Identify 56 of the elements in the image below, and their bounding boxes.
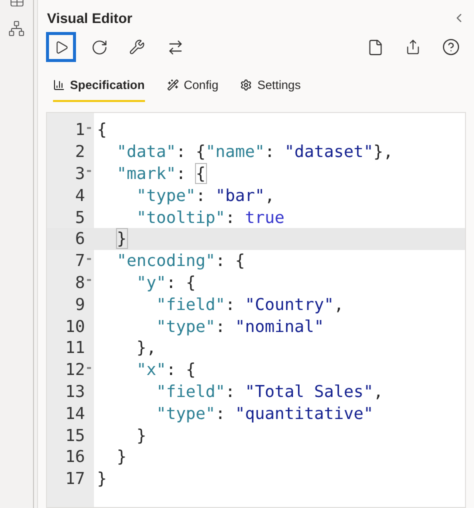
run-button[interactable] [46,32,76,62]
panel-title: Visual Editor [47,10,132,26]
code-line: }, [135,338,156,358]
code-line: "x": { [135,360,196,380]
line-number: 14 [64,404,85,423]
wand-icon [166,79,179,91]
code-line: } [135,426,146,445]
code-line: "y": { [135,272,196,292]
line-number: 6 [74,229,85,248]
editor-tab[interactable]: Settings [240,74,301,102]
code-line: "type": "quantitative" [155,404,374,423]
refresh-icon [90,38,108,56]
play-icon [54,40,68,54]
code-line: { [97,120,107,140]
code-line: } [116,447,127,466]
fold-marker-icon[interactable] [87,170,91,172]
line-number: 9 [74,294,85,314]
code-line: } [116,229,127,248]
fold-marker-icon[interactable] [87,366,91,369]
code-line: "mark": { [116,164,206,183]
share-icon [405,39,421,55]
code-line: "tooltip": true [135,208,285,227]
wrench-icon [129,39,145,55]
line-number: 3 [74,164,85,183]
swap-icon [166,38,184,56]
line-number: 2 [74,142,85,162]
file-icon [366,38,384,56]
bar-chart-icon [53,79,65,91]
line-number: 12 [64,360,85,380]
code-line: "data": {"name": "dataset"}, [116,142,394,162]
model-icon[interactable] [8,20,25,37]
code-line: "field": "Total Sales", [155,382,384,401]
line-number: 5 [74,208,85,227]
line-number: 13 [64,382,85,401]
code-editor[interactable] [46,112,466,508]
line-number: 7 [74,251,85,270]
fold-marker-icon[interactable] [87,279,91,282]
fold-marker-icon[interactable] [87,258,91,260]
line-number: 4 [74,186,85,205]
line-number: 1 [74,120,85,140]
line-number: 16 [64,447,85,466]
code-line: "field": "Country", [155,294,344,314]
code-line: "type": "nominal" [155,316,324,336]
code-line: "encoding": { [116,251,246,270]
editor-tab[interactable]: Specification [53,74,145,102]
line-number: 10 [64,316,85,336]
line-number: 15 [64,426,85,445]
line-number: 11 [64,338,85,358]
line-number: 17 [64,469,85,488]
code-line: } [97,469,107,488]
settings-icon [240,79,252,91]
help-icon [442,38,460,56]
editor-tab[interactable]: Config [166,74,218,102]
code-line: "type": "bar", [135,186,275,205]
fold-marker-icon[interactable] [87,126,91,129]
line-number: 8 [74,272,85,292]
